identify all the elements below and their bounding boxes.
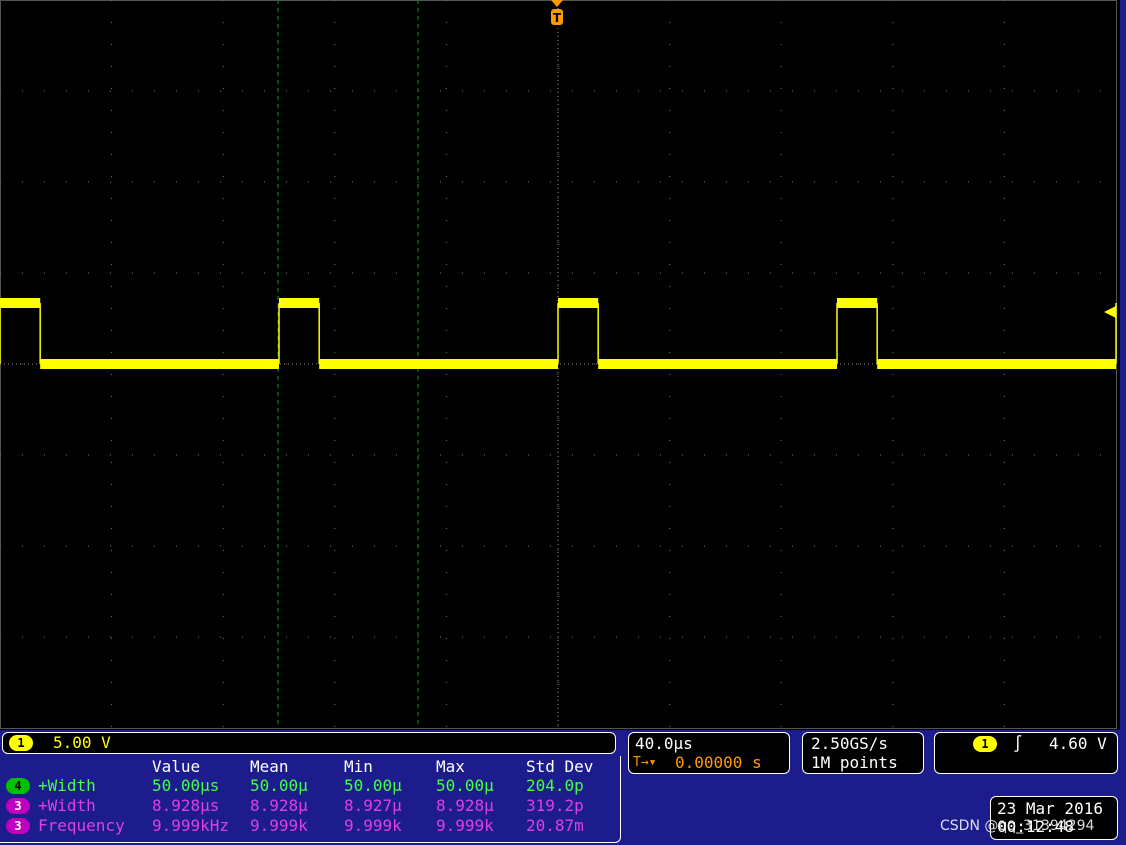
meas1-std-dev: 204.0p — [526, 776, 584, 795]
channel1-scale: 5.00 V — [53, 733, 111, 752]
meas2-max: 8.928µ — [436, 796, 494, 815]
meas3-max: 9.999k — [436, 816, 494, 835]
meas1-min: 50.00µ — [344, 776, 402, 795]
trigger-level-marker — [1104, 306, 1116, 318]
trigger-position-icon: T→▾ — [633, 755, 657, 770]
meas2-min: 8.927µ — [344, 796, 402, 815]
trigger-source-badge: 1 — [973, 736, 997, 752]
meas2-mean: 8.928µ — [250, 796, 308, 815]
meas2-name: +Width — [38, 796, 96, 815]
sample-rate: 2.50GS/s — [811, 734, 889, 753]
oscilloscope-display: T — [0, 0, 1120, 730]
waveform-low-segment — [40, 359, 280, 369]
header-mean: Mean — [250, 757, 289, 776]
acquisition-box[interactable]: 2.50GS/s 1M points — [802, 732, 924, 774]
meas3-mean: 9.999k — [250, 816, 308, 835]
meas2-value: 8.928µs — [152, 796, 220, 815]
meas2-std-dev: 319.2p — [526, 796, 584, 815]
meas3-min: 9.999k — [344, 816, 402, 835]
waveform-high-segment — [279, 298, 320, 308]
channel1-scale-box[interactable]: 1 5.00 V — [2, 732, 616, 754]
meas1-value: 50.00µs — [152, 776, 220, 795]
watermark: CSDN @qq_31394294 — [940, 818, 1095, 834]
rising-edge-icon: ∫ — [1013, 734, 1023, 753]
record-length: 1M points — [811, 753, 898, 772]
header-max: Max — [436, 757, 465, 776]
trigger-level: 4.60 V — [1049, 734, 1107, 753]
meas3-value: 9.999kHz — [152, 816, 230, 835]
waveform-high-segment — [837, 298, 878, 308]
waveform-low-segment — [319, 359, 558, 369]
horizontal-scale-box[interactable]: 40.0µs T→▾ 0.00000 s — [628, 732, 790, 774]
waveform-high-segment — [0, 298, 41, 308]
horizontal-scale: 40.0µs — [635, 734, 693, 753]
waveform-low-segment — [877, 359, 1116, 369]
trigger-marker-arrow — [551, 0, 563, 7]
meas1-name: +Width — [38, 776, 96, 795]
header-min: Min — [344, 757, 373, 776]
meas3-name: Frequency — [38, 816, 125, 835]
channel1-badge: 1 — [9, 735, 33, 751]
meas3-channel-badge: 3 — [6, 818, 30, 834]
measurement-table: Value Mean Min Max Std Dev 4 +Width 50.0… — [0, 756, 621, 843]
meas1-max: 50.00µ — [436, 776, 494, 795]
date: 23 Mar 2016 — [997, 799, 1103, 818]
trigger-marker-label: T — [553, 11, 562, 25]
meas2-channel-badge: 3 — [6, 798, 30, 814]
trigger-position: 0.00000 s — [675, 753, 762, 772]
waveform-low-segment — [598, 359, 837, 369]
header-std-dev: Std Dev — [526, 757, 594, 776]
meas1-channel-badge: 4 — [6, 778, 30, 794]
meas3-std-dev: 20.87m — [526, 816, 584, 835]
header-value: Value — [152, 757, 201, 776]
meas1-mean: 50.00µ — [250, 776, 308, 795]
waveform-high-segment — [558, 298, 599, 308]
status-panel: 1 5.00 V Value Mean Min Max Std Dev 4 +W… — [0, 730, 1126, 845]
trigger-box[interactable]: 1 ∫ 4.60 V — [934, 732, 1118, 774]
waveform-graticule: T — [0, 0, 1117, 729]
